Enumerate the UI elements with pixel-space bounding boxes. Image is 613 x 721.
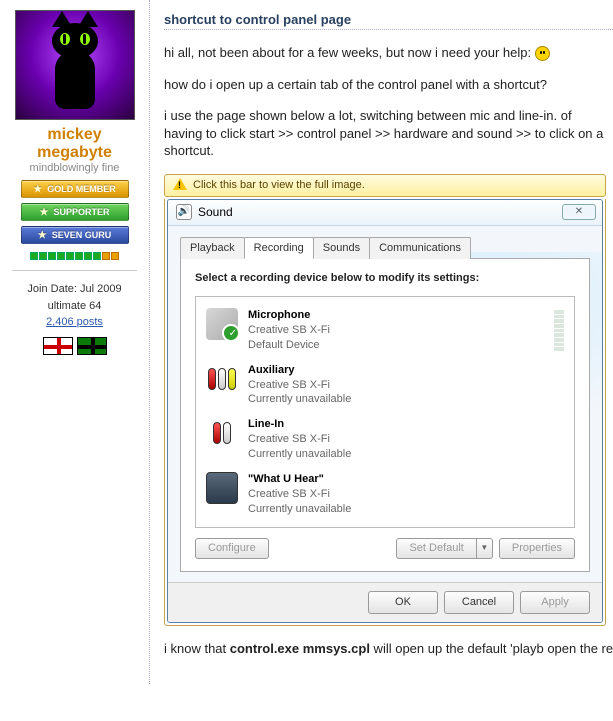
sound-device-icon	[206, 472, 238, 504]
star-icon: ★	[33, 184, 42, 195]
badge-supporter: ★SUPPORTER	[21, 203, 129, 221]
device-name: Microphone	[248, 308, 544, 323]
device-item[interactable]: Auxiliary Creative SB X-Fi Currently una…	[204, 358, 566, 413]
badge-gold: ★GOLD MEMBER	[21, 180, 129, 198]
level-meter-icon	[554, 308, 564, 353]
warning-icon	[173, 178, 187, 192]
tab-playback[interactable]: Playback	[180, 237, 245, 260]
instruction-text: Select a recording device below to modif…	[195, 271, 575, 286]
flag-england-icon	[43, 337, 73, 355]
configure-button[interactable]: Configure	[195, 538, 269, 559]
device-name: Line-In	[248, 417, 564, 432]
user-title: mindblowingly fine	[8, 162, 141, 174]
sound-dialog: 🔊 Sound ✕ Playback Recording Sounds Comm…	[167, 199, 603, 624]
badge-guru: ★SEVEN GURU	[21, 226, 129, 244]
star-icon: ★	[38, 230, 47, 241]
set-default-dropdown[interactable]: ▼	[477, 538, 493, 559]
user-spec: ultimate 64	[8, 298, 141, 315]
device-item[interactable]: ✓ Microphone Creative SB X-Fi Default De…	[204, 303, 566, 358]
reputation-bar	[8, 252, 141, 260]
device-list[interactable]: ✓ Microphone Creative SB X-Fi Default De…	[195, 296, 575, 528]
tab-recording[interactable]: Recording	[244, 237, 314, 260]
attached-image[interactable]: 🔊 Sound ✕ Playback Recording Sounds Comm…	[164, 199, 606, 627]
auxiliary-icon	[206, 363, 238, 395]
smiley-icon	[535, 46, 550, 61]
device-item[interactable]: "What U Hear" Creative SB X-Fi Currently…	[204, 467, 566, 522]
close-button[interactable]: ✕	[562, 204, 596, 220]
user-sidebar: mickey megabyte mindblowingly fine ★GOLD…	[0, 0, 150, 684]
device-name: "What U Hear"	[248, 472, 564, 487]
star-icon: ★	[40, 207, 49, 218]
apply-button[interactable]: Apply	[520, 591, 590, 614]
titlebar: 🔊 Sound ✕	[168, 200, 602, 226]
avatar[interactable]	[15, 10, 135, 120]
post-count-link[interactable]: 2,406 posts	[46, 316, 103, 328]
ok-button[interactable]: OK	[368, 591, 438, 614]
username-link[interactable]: mickey megabyte	[37, 126, 112, 161]
flag-devon-icon	[77, 337, 107, 355]
post-body: hi all, not been about for a few weeks, …	[164, 44, 613, 658]
microphone-icon: ✓	[206, 308, 238, 340]
join-date: Join Date: Jul 2009	[8, 281, 141, 298]
tab-sounds[interactable]: Sounds	[313, 237, 370, 260]
image-expand-bar[interactable]: Click this bar to view the full image.	[164, 174, 606, 197]
tab-communications[interactable]: Communications	[369, 237, 471, 260]
post-title: shortcut to control panel page	[164, 12, 613, 30]
line-in-icon	[206, 417, 238, 449]
sound-icon: 🔊	[176, 204, 192, 220]
device-item[interactable]: Line-In Creative SB X-Fi Currently unava…	[204, 412, 566, 467]
dialog-title: Sound	[198, 204, 233, 220]
cancel-button[interactable]: Cancel	[444, 591, 514, 614]
tab-strip: Playback Recording Sounds Communications	[180, 236, 590, 259]
device-name: Auxiliary	[248, 363, 564, 378]
set-default-button[interactable]: Set Default	[396, 538, 476, 559]
properties-button[interactable]: Properties	[499, 538, 575, 559]
